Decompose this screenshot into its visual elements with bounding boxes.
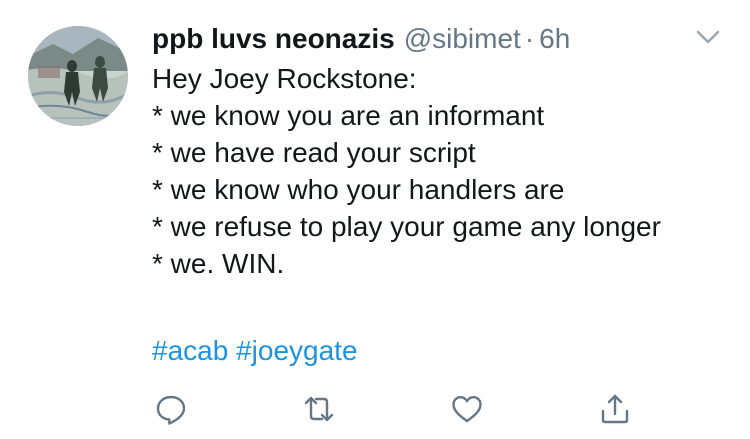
tweet-text: Hey Joey Rockstone: * we know you are an… xyxy=(152,60,661,282)
tweet-text-line: * we have read your script xyxy=(152,137,476,168)
timestamp[interactable]: 6h xyxy=(539,20,570,58)
display-name[interactable]: ppb luvs neonazis xyxy=(152,20,395,58)
tweet-header: ppb luvs neonazis @sibimet · 6h xyxy=(152,20,570,58)
tweet-text-line: Hey Joey Rockstone: xyxy=(152,63,417,94)
tweet-text-line: * we know who your handlers are xyxy=(152,174,565,205)
hashtag-link[interactable]: #acab xyxy=(152,335,228,366)
hashtag-link[interactable]: #joeygate xyxy=(236,335,357,366)
avatar[interactable] xyxy=(28,26,128,126)
tweet-text-line: * we. WIN. xyxy=(152,248,285,279)
share-icon[interactable] xyxy=(598,392,632,426)
hashtag-row: #acab #joeygate xyxy=(152,332,358,370)
user-handle[interactable]: @sibimet xyxy=(404,20,521,58)
tweet-text-line: * we refuse to play your game any longer xyxy=(152,211,661,242)
reply-icon[interactable] xyxy=(154,392,188,426)
avatar-image xyxy=(28,26,128,126)
separator-dot: · xyxy=(524,23,535,54)
chevron-down-icon[interactable] xyxy=(694,26,722,48)
retweet-icon[interactable] xyxy=(302,392,336,426)
tweet[interactable]: ppb luvs neonazis @sibimet · 6h Hey Joey… xyxy=(0,0,750,439)
tweet-text-line: * we know you are an informant xyxy=(152,100,545,131)
heart-icon[interactable] xyxy=(450,392,484,426)
